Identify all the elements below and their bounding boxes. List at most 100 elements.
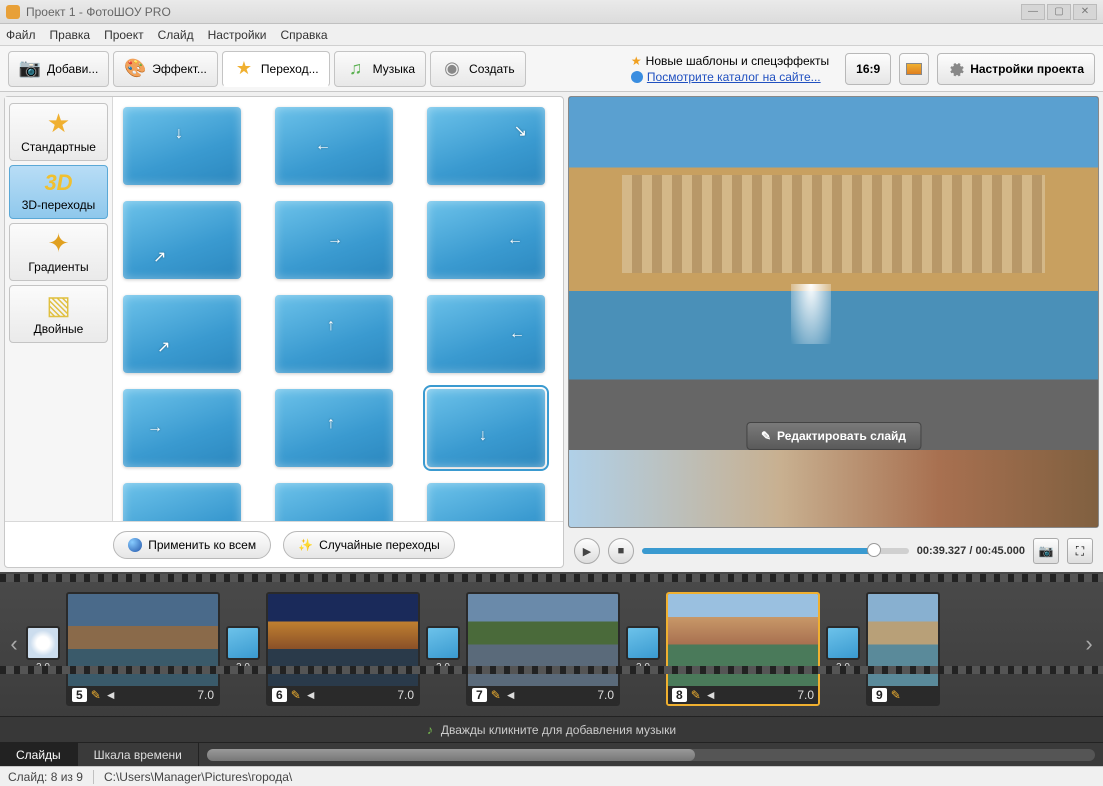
transition-item[interactable]: → bbox=[275, 201, 393, 279]
transitions-panel: ★Стандартные 3D3D-переходы ✦Градиенты ▧Д… bbox=[4, 96, 564, 568]
gradient-icon: ✦ bbox=[48, 230, 70, 256]
menu-help[interactable]: Справка bbox=[280, 28, 327, 42]
category-standard[interactable]: ★Стандартные bbox=[9, 103, 108, 161]
preview-next bbox=[569, 450, 1098, 527]
window-title: Проект 1 - ФотоШОУ PRO bbox=[26, 5, 1021, 19]
transition-item[interactable]: → bbox=[123, 389, 241, 467]
transition-item[interactable]: ← bbox=[427, 201, 545, 279]
seek-knob[interactable] bbox=[867, 543, 881, 557]
camera-icon: 📷 bbox=[1039, 544, 1054, 558]
transition-item[interactable]: ↑ bbox=[275, 295, 393, 373]
menu-file[interactable]: Файл bbox=[6, 28, 36, 42]
category-3d[interactable]: 3D3D-переходы bbox=[9, 165, 108, 219]
arrow-left-icon[interactable]: ◄ bbox=[705, 688, 717, 702]
tab-music[interactable]: ♫Музыка bbox=[334, 51, 426, 87]
filmstrip: ‹ 2.0 5✎◄7.0 2.0 6✎◄7.0 2.0 7✎◄7.0 2.0 8… bbox=[0, 572, 1103, 716]
transition-chip[interactable]: 2.0 bbox=[826, 626, 860, 673]
slide-item[interactable]: 7✎◄7.0 bbox=[466, 592, 620, 706]
monitor-button[interactable] bbox=[899, 53, 929, 85]
transition-item[interactable]: ← bbox=[275, 107, 393, 185]
arrow-left-icon[interactable]: ◄ bbox=[505, 688, 517, 702]
random-button[interactable]: ✨Случайные переходы bbox=[283, 531, 455, 559]
app-icon bbox=[6, 5, 20, 19]
transition-thumb[interactable] bbox=[626, 626, 660, 660]
tab-add[interactable]: 📷Добави... bbox=[8, 51, 109, 87]
tab-create[interactable]: ◉Создать bbox=[430, 51, 526, 87]
tab-effects[interactable]: 🎨Эффект... bbox=[113, 51, 218, 87]
main-toolbar: 📷Добави... 🎨Эффект... ★Переход... ♫Музык… bbox=[0, 46, 1103, 92]
maximize-button[interactable]: ▢ bbox=[1047, 4, 1071, 20]
transition-thumb[interactable] bbox=[26, 626, 60, 660]
fullscreen-button[interactable]: ⛶ bbox=[1067, 538, 1093, 564]
menu-edit[interactable]: Правка bbox=[50, 28, 91, 42]
apply-all-button[interactable]: Применить ко всем bbox=[113, 531, 271, 559]
catalog-link[interactable]: Посмотрите каталог на сайте... bbox=[647, 70, 821, 84]
status-path: C:\Users\Manager\Pictures\города\ bbox=[104, 770, 292, 784]
preview-image bbox=[569, 97, 1098, 450]
arrow-left-icon[interactable]: ◄ bbox=[105, 688, 117, 702]
play-button[interactable]: ▶ bbox=[574, 538, 600, 564]
view-tab-timeline[interactable]: Шкала времени bbox=[78, 743, 199, 766]
transitions-grid[interactable]: ↓ ← ↘ ↗ → ← ↗ ↑ ← → ↑ ↓ bbox=[113, 97, 563, 521]
aspect-ratio-button[interactable]: 16:9 bbox=[845, 53, 891, 85]
menu-settings[interactable]: Настройки bbox=[208, 28, 267, 42]
transition-item[interactable]: ← bbox=[427, 295, 545, 373]
palette-icon: 🎨 bbox=[124, 58, 146, 80]
pencil-icon[interactable]: ✎ bbox=[291, 688, 301, 702]
menubar: Файл Правка Проект Слайд Настройки Справ… bbox=[0, 24, 1103, 46]
transition-item[interactable] bbox=[123, 483, 241, 521]
slides-row: 2.0 5✎◄7.0 2.0 6✎◄7.0 2.0 7✎◄7.0 2.0 8✎◄… bbox=[24, 582, 1079, 706]
transition-thumb[interactable] bbox=[426, 626, 460, 660]
transition-chip[interactable]: 2.0 bbox=[626, 626, 660, 673]
transition-item[interactable]: ↘ bbox=[427, 107, 545, 185]
monitor-icon bbox=[906, 63, 922, 75]
transition-thumb[interactable] bbox=[226, 626, 260, 660]
double-icon: ▧ bbox=[46, 292, 71, 318]
transition-item[interactable]: ↑ bbox=[275, 389, 393, 467]
transition-item[interactable]: ↗ bbox=[123, 295, 241, 373]
globe-icon bbox=[631, 71, 643, 83]
scrollbar-thumb[interactable] bbox=[207, 749, 695, 761]
transition-chip[interactable]: 2.0 bbox=[426, 626, 460, 673]
fullscreen-icon: ⛶ bbox=[1076, 544, 1084, 559]
transition-item[interactable]: ↗ bbox=[123, 201, 241, 279]
horizontal-scrollbar[interactable] bbox=[199, 743, 1103, 766]
transition-chip[interactable]: 2.0 bbox=[226, 626, 260, 673]
pencil-icon[interactable]: ✎ bbox=[491, 688, 501, 702]
music-hint: Дважды кликните для добавления музыки bbox=[441, 723, 676, 737]
scroll-left-button[interactable]: ‹ bbox=[4, 631, 24, 657]
seek-bar[interactable] bbox=[642, 548, 909, 554]
view-tab-slides[interactable]: Слайды bbox=[0, 743, 78, 766]
menu-project[interactable]: Проект bbox=[104, 28, 144, 42]
project-settings-button[interactable]: Настройки проекта bbox=[937, 53, 1095, 85]
transition-item[interactable] bbox=[427, 483, 545, 521]
edit-slide-button[interactable]: ✎Редактировать слайд bbox=[746, 422, 921, 450]
stop-button[interactable]: ■ bbox=[608, 538, 634, 564]
transition-item[interactable]: ↓ bbox=[427, 389, 545, 467]
titlebar: Проект 1 - ФотоШОУ PRO — ▢ ✕ bbox=[0, 0, 1103, 24]
pencil-icon[interactable]: ✎ bbox=[691, 688, 701, 702]
transition-item[interactable] bbox=[275, 483, 393, 521]
music-track[interactable]: ♪Дважды кликните для добавления музыки bbox=[0, 716, 1103, 742]
slide-item[interactable]: 6✎◄7.0 bbox=[266, 592, 420, 706]
tab-transitions[interactable]: ★Переход... bbox=[222, 51, 330, 87]
slide-item[interactable]: 5✎◄7.0 bbox=[66, 592, 220, 706]
transition-item[interactable]: ↓ bbox=[123, 107, 241, 185]
pencil-icon[interactable]: ✎ bbox=[91, 688, 101, 702]
close-button[interactable]: ✕ bbox=[1073, 4, 1097, 20]
arrow-left-icon[interactable]: ◄ bbox=[305, 688, 317, 702]
menu-slide[interactable]: Слайд bbox=[158, 28, 194, 42]
snapshot-button[interactable]: 📷 bbox=[1033, 538, 1059, 564]
pencil-icon[interactable]: ✎ bbox=[891, 688, 901, 702]
category-double[interactable]: ▧Двойные bbox=[9, 285, 108, 343]
transition-thumb[interactable] bbox=[826, 626, 860, 660]
transition-chip[interactable]: 2.0 bbox=[26, 626, 60, 673]
category-gradients[interactable]: ✦Градиенты bbox=[9, 223, 108, 281]
scroll-right-button[interactable]: › bbox=[1079, 631, 1099, 657]
status-slide: Слайд: 8 из 9 bbox=[8, 770, 83, 784]
slide-item[interactable]: 9✎ bbox=[866, 592, 940, 706]
globe-icon bbox=[128, 538, 142, 552]
slide-item[interactable]: 8✎◄7.0 bbox=[666, 592, 820, 706]
minimize-button[interactable]: — bbox=[1021, 4, 1045, 20]
star-icon: ★ bbox=[233, 58, 255, 80]
